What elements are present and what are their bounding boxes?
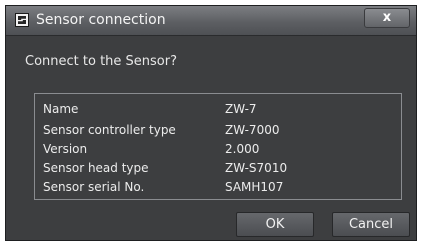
info-row-controller-type: Sensor controller type ZW-7000 — [35, 123, 401, 141]
row-value: 2.000 — [225, 142, 260, 156]
info-row-head-type: Sensor head type ZW-S7010 — [35, 161, 401, 179]
row-value: ZW-7000 — [225, 123, 280, 137]
row-label: Name — [43, 102, 79, 116]
info-row-name: Name ZW-7 — [35, 102, 401, 120]
row-label: Sensor serial No. — [43, 180, 145, 194]
info-row-version: Version 2.000 — [35, 142, 401, 160]
row-value: ZW-7 — [225, 102, 257, 116]
info-row-serial: Sensor serial No. SAMH107 — [35, 180, 401, 198]
sensor-info-box: Name ZW-7 Sensor controller type ZW-7000… — [34, 93, 402, 200]
row-label: Sensor head type — [43, 161, 149, 175]
sensor-app-icon — [15, 13, 29, 27]
title-bar[interactable]: Sensor connection x — [6, 6, 416, 36]
window-title: Sensor connection — [36, 12, 166, 28]
dialog-prompt: Connect to the Sensor? — [25, 54, 177, 69]
close-icon[interactable]: x — [364, 8, 410, 28]
sensor-connection-dialog: Sensor connection x Connect to the Senso… — [5, 5, 417, 241]
row-value: ZW-S7010 — [225, 161, 288, 175]
row-value: SAMH107 — [225, 180, 284, 194]
cancel-button[interactable]: Cancel — [332, 212, 410, 237]
row-label: Version — [43, 142, 88, 156]
row-label: Sensor controller type — [43, 123, 176, 137]
ok-button[interactable]: OK — [236, 212, 314, 237]
